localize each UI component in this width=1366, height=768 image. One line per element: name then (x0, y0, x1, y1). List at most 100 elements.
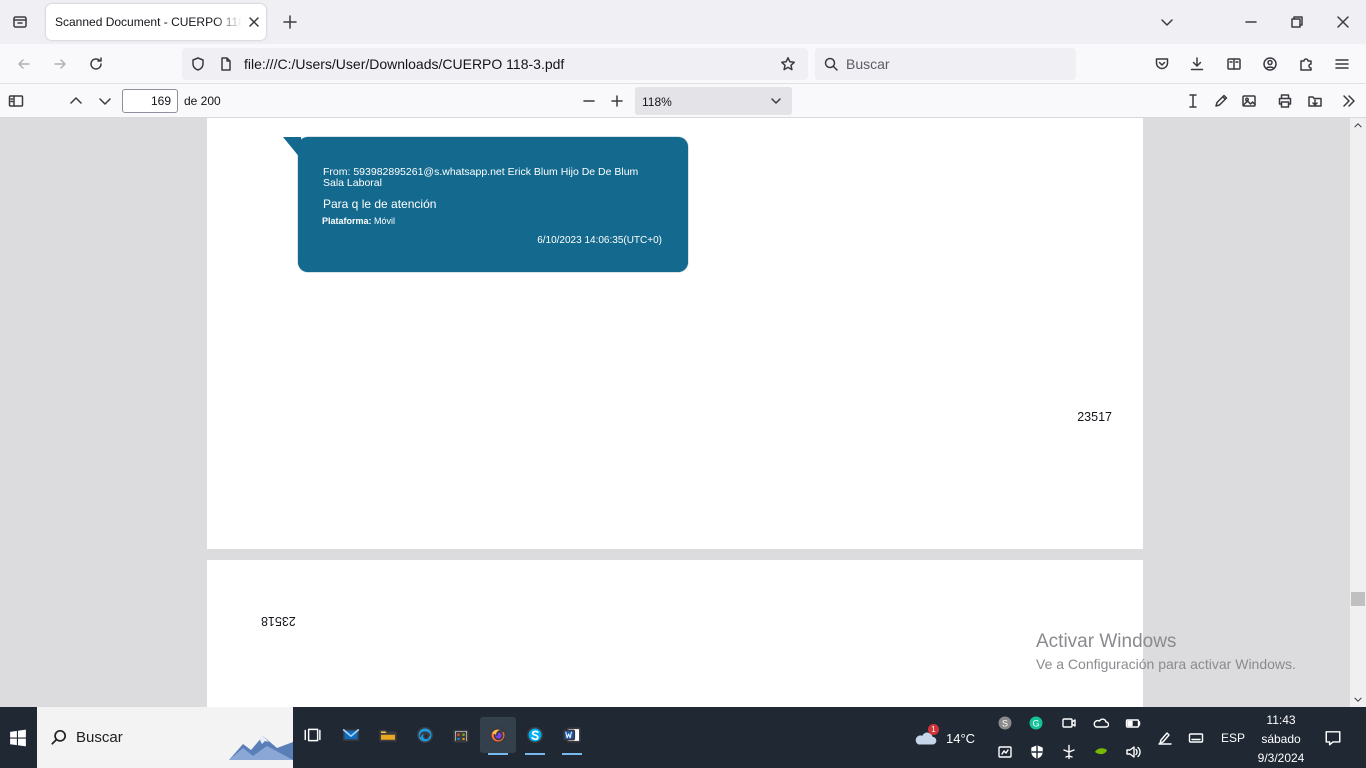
edge-icon (416, 726, 434, 744)
tray-touch-keyboard[interactable] (1185, 727, 1207, 749)
pencil-icon (1215, 94, 1228, 107)
forward-button[interactable] (46, 50, 74, 78)
search-icon (49, 727, 69, 747)
notification-center-button[interactable] (1320, 725, 1346, 751)
add-image-button[interactable] (1235, 87, 1263, 115)
skype-app[interactable] (517, 717, 553, 755)
search-field[interactable]: Buscar (815, 48, 1076, 80)
tray-nvidia[interactable] (1090, 741, 1112, 763)
store-app[interactable] (443, 717, 479, 753)
page-icon[interactable] (218, 56, 234, 72)
page-number-input[interactable]: 169 (122, 89, 178, 113)
more-tools-button[interactable] (1335, 87, 1363, 115)
tray-onedrive[interactable] (1090, 712, 1112, 734)
reload-button[interactable] (82, 50, 110, 78)
word-app[interactable] (554, 717, 590, 755)
skype-icon (526, 726, 544, 744)
tray-volume[interactable] (1122, 741, 1144, 763)
minimize-button[interactable] (1228, 0, 1274, 44)
page-count-label: de 200 (184, 94, 221, 108)
input-language[interactable]: ESP (1221, 731, 1245, 745)
downloads-button[interactable] (1183, 50, 1211, 78)
zoom-in-button[interactable] (603, 87, 631, 115)
extensions-button[interactable] (1292, 50, 1320, 78)
chevron-down-icon (99, 98, 111, 105)
reader-view-button[interactable] (1220, 50, 1248, 78)
tray-pen-workspace[interactable] (1154, 727, 1176, 749)
file-explorer-app[interactable] (370, 717, 406, 753)
tray-grammarly[interactable]: G (1025, 712, 1047, 734)
page-stamp-number-rotated: 23518 (261, 614, 296, 628)
edge-app[interactable] (407, 717, 443, 753)
tray-defender[interactable] (1026, 741, 1048, 763)
next-page-button[interactable] (91, 87, 119, 115)
tray-airplane-mode[interactable] (1058, 741, 1080, 763)
browser-tab[interactable]: Scanned Document - CUERPO 118-3.pdf (46, 4, 266, 40)
list-all-tabs-button[interactable] (1153, 8, 1181, 36)
nvidia-icon (1095, 748, 1107, 755)
reload-icon (90, 57, 102, 70)
scroll-down-arrow[interactable] (1350, 693, 1366, 707)
firefox-icon (489, 726, 507, 744)
mail-app[interactable] (333, 717, 369, 753)
pen-icon (1158, 732, 1172, 745)
system-clock[interactable]: 11:43 sábado 9/3/2024 (1252, 711, 1310, 768)
store-icon (453, 729, 469, 743)
tray-skype[interactable]: S (994, 712, 1016, 734)
new-tab-button[interactable] (276, 8, 304, 36)
speaker-icon (1126, 746, 1141, 758)
task-view-button[interactable] (294, 717, 330, 753)
tab-close-button[interactable] (242, 10, 266, 34)
bookmark-star-icon[interactable] (780, 56, 796, 72)
chevron-down-icon (768, 93, 784, 109)
tab-list-button[interactable] (6, 8, 34, 36)
zoom-out-button[interactable] (575, 87, 603, 115)
plus-icon (611, 95, 623, 107)
tray-battery[interactable] (1122, 712, 1144, 734)
shield-icon[interactable] (190, 56, 206, 72)
scrollbar-thumb[interactable] (1351, 592, 1365, 606)
previous-page-button[interactable] (62, 87, 90, 115)
taskbar: Buscar 1 14°C S G ESP 11:43 sábado 9/3/2… (0, 707, 1366, 768)
print-button[interactable] (1271, 87, 1299, 115)
printer-icon (1278, 94, 1292, 108)
account-button[interactable] (1256, 50, 1284, 78)
tab-bar: Scanned Document - CUERPO 118-3.pdf (0, 0, 1366, 44)
save-button[interactable] (1301, 87, 1329, 115)
toggle-sidebar-button[interactable] (2, 87, 30, 115)
tray-security-center[interactable] (994, 741, 1016, 763)
tray-meet-now[interactable] (1058, 712, 1080, 734)
weather-temperature: 14°C (946, 731, 976, 746)
pdf-viewer[interactable]: From: 593982895261@s.whatsapp.net Erick … (0, 118, 1350, 707)
folder-icon (379, 729, 397, 742)
zoom-select[interactable]: 118% (635, 87, 792, 115)
pocket-button[interactable] (1148, 50, 1176, 78)
onedrive-sync-icon (1093, 718, 1109, 728)
notification-icon (1325, 731, 1341, 746)
restore-icon (1291, 16, 1303, 28)
windows-logo-icon (10, 729, 26, 746)
vertical-scrollbar[interactable] (1350, 118, 1366, 707)
puzzle-icon (1300, 58, 1312, 71)
text-tool-button[interactable] (1179, 87, 1207, 115)
draw-tool-button[interactable] (1207, 87, 1235, 115)
active-indicator (488, 753, 508, 755)
address-bar[interactable]: file:///C:/Users/User/Downloads/CUERPO 1… (182, 48, 808, 80)
navigation-bar: file:///C:/Users/User/Downloads/CUERPO 1… (0, 44, 1366, 84)
account-icon (1263, 57, 1277, 71)
firefox-app[interactable] (480, 717, 516, 755)
keyboard-icon (1188, 733, 1204, 743)
close-window-button[interactable] (1320, 0, 1366, 44)
start-button[interactable] (0, 707, 36, 768)
taskbar-search[interactable]: Buscar (37, 707, 293, 768)
download-icon (1190, 57, 1204, 71)
image-icon (1242, 95, 1256, 107)
platform-value: Móvil (374, 216, 396, 226)
menu-button[interactable] (1328, 50, 1356, 78)
restore-button[interactable] (1274, 0, 1320, 44)
svg-text:S: S (1002, 719, 1008, 729)
active-indicator (525, 753, 545, 755)
weather-widget[interactable]: 1 (910, 724, 940, 750)
back-button[interactable] (10, 50, 38, 78)
scroll-up-arrow[interactable] (1350, 118, 1366, 132)
